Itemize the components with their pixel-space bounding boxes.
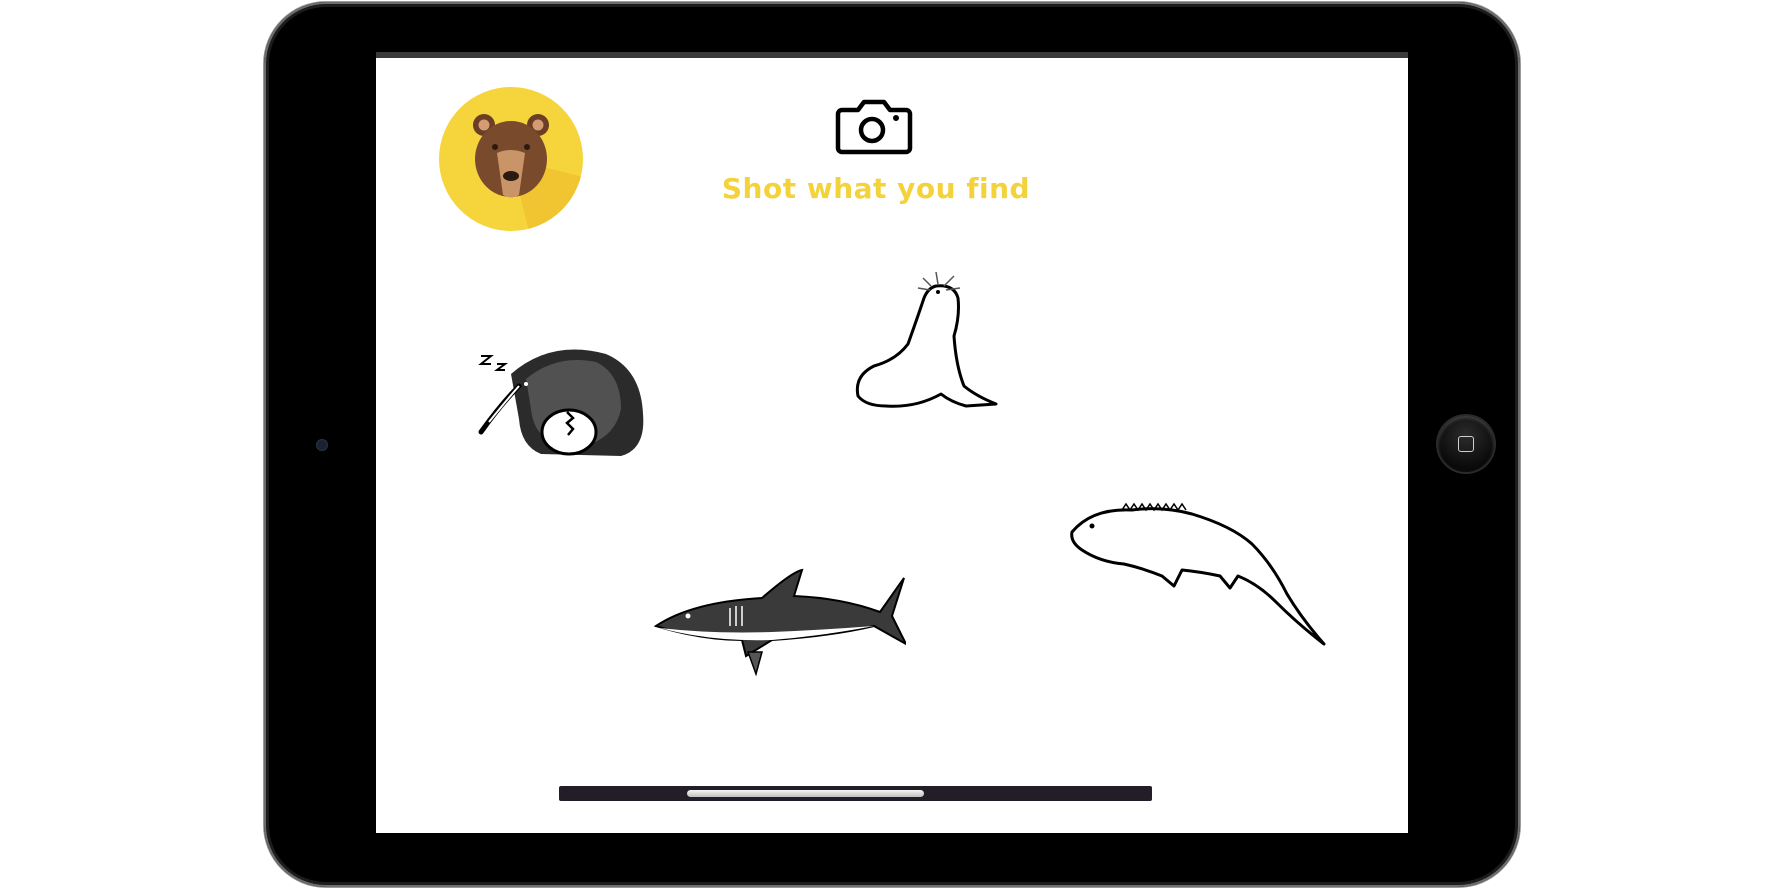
instruction-caption: Shot what you find [721, 172, 1031, 205]
horizontal-scrollbar[interactable] [559, 786, 1152, 801]
front-camera-icon [316, 439, 328, 451]
kiwi-illustration[interactable] [471, 334, 656, 479]
stage: Shot what you find [0, 0, 1779, 890]
home-square-icon [1458, 436, 1474, 452]
seal-illustration[interactable] [846, 256, 1016, 416]
scrollbar-thumb[interactable] [687, 790, 924, 797]
bear-logo[interactable] [439, 87, 583, 231]
camera-button[interactable] [834, 96, 914, 160]
camera-icon [835, 99, 913, 155]
tuatara-illustration[interactable] [1062, 484, 1332, 664]
bear-face-icon [473, 114, 583, 231]
home-button[interactable] [1438, 416, 1494, 472]
app-screen: Shot what you find [376, 52, 1408, 833]
shark-illustration[interactable] [652, 568, 909, 678]
